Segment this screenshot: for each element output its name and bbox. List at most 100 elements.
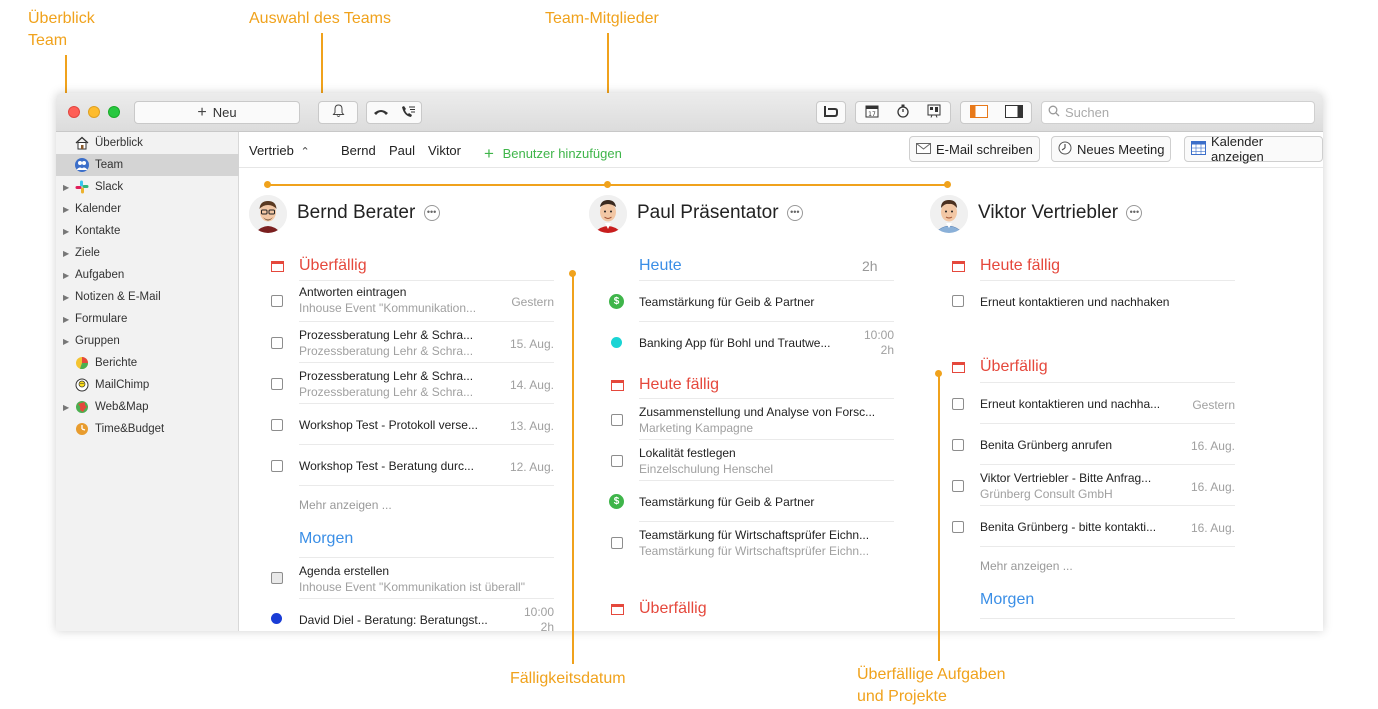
- task-checkbox[interactable]: [952, 521, 964, 533]
- list-item[interactable]: Zusammenstellung und Analyse von Forsc..…: [611, 398, 894, 439]
- list-item[interactable]: Teamstärkung für Wirtschaftsprüfer Eichn…: [611, 521, 894, 562]
- disclosure-triangle-icon[interactable]: ▶: [63, 271, 69, 280]
- new-button-label: Neu: [212, 105, 237, 120]
- sidebar-item-contacts[interactable]: ▶ Kontakte: [56, 220, 239, 242]
- task-checkbox[interactable]: [952, 439, 964, 451]
- more-options-icon[interactable]: •••: [1126, 204, 1143, 221]
- more-options-icon[interactable]: •••: [786, 204, 803, 221]
- hangup-icon[interactable]: [373, 105, 389, 120]
- close-window-icon[interactable]: [68, 106, 80, 118]
- member-tab-paul[interactable]: Paul: [389, 143, 415, 158]
- list-item[interactable]: Prozessberatung Lehr & Schra... Prozessb…: [271, 321, 554, 362]
- task-subtitle: Marketing Kampagne: [639, 421, 754, 435]
- list-item[interactable]: Prozessberatung Lehr & Schra... Prozessb…: [271, 362, 554, 403]
- task-subtitle: Prozessberatung Lehr & Schra...: [299, 385, 474, 399]
- task-checkbox[interactable]: [271, 460, 283, 472]
- disclosure-triangle-icon[interactable]: ▶: [63, 293, 69, 302]
- sidebar-left-icon[interactable]: [969, 104, 988, 121]
- list-item[interactable]: Erneut kontaktieren und nachha... Gester…: [952, 382, 1235, 423]
- member-tab-viktor[interactable]: Viktor: [428, 143, 461, 158]
- sidebar-right-icon[interactable]: [1004, 104, 1023, 121]
- avatar[interactable]: [589, 195, 627, 233]
- calendar-icon[interactable]: 17: [865, 104, 879, 121]
- sidebar-item-mailchimp[interactable]: MailChimp: [56, 374, 239, 396]
- sidebar-item-team[interactable]: Team: [56, 154, 239, 176]
- member-tab-bernd[interactable]: Bernd: [341, 143, 376, 158]
- list-item[interactable]: Banking App für Bohl und Trautwe... 10:0…: [611, 321, 894, 362]
- sidebar-item-notes[interactable]: ▶ Notizen & E-Mail: [56, 286, 239, 308]
- task-checkbox[interactable]: [952, 398, 964, 410]
- show-more-link[interactable]: Mehr anzeigen ...: [299, 498, 392, 512]
- member-column-paul: Paul Präsentator ••• Heute 2h $ Teamstär…: [589, 168, 894, 631]
- zoom-window-icon[interactable]: [108, 106, 120, 118]
- list-item[interactable]: Lokalität festlegen Einzelschulung Hensc…: [611, 439, 894, 480]
- list-item[interactable]: Benita Grünberg anrufen 16. Aug.: [952, 423, 1235, 464]
- avatar[interactable]: [930, 195, 968, 233]
- list-item[interactable]: Viktor Vertriebler - Bitte Anfrag... Grü…: [952, 464, 1235, 505]
- task-checkbox[interactable]: [611, 537, 623, 549]
- timer-icon[interactable]: [896, 104, 910, 121]
- layout-buttons: [960, 101, 1032, 124]
- sidebar-item-reports[interactable]: Berichte: [56, 352, 239, 374]
- call-list-icon[interactable]: [400, 105, 416, 121]
- bell-button[interactable]: [318, 101, 358, 124]
- search-input[interactable]: Suchen: [1041, 101, 1315, 124]
- task-checkbox[interactable]: [611, 455, 623, 467]
- list-item[interactable]: Erneut kontaktieren und nachhaken: [952, 280, 1235, 321]
- task-checkbox[interactable]: [271, 572, 283, 584]
- plus-icon: +: [484, 144, 494, 163]
- task-checkbox[interactable]: [271, 378, 283, 390]
- disclosure-triangle-icon[interactable]: ▶: [63, 337, 69, 346]
- disclosure-triangle-icon[interactable]: ▶: [63, 227, 69, 236]
- new-meeting-button[interactable]: Neues Meeting: [1051, 136, 1172, 162]
- disclosure-triangle-icon[interactable]: ▶: [63, 249, 69, 258]
- new-button[interactable]: + Neu: [134, 101, 300, 124]
- disclosure-triangle-icon[interactable]: ▶: [63, 315, 69, 324]
- task-checkbox[interactable]: [952, 295, 964, 307]
- board-icon[interactable]: [927, 104, 941, 121]
- brand-button[interactable]: [816, 101, 846, 124]
- sidebar-item-timebudget[interactable]: Time&Budget: [56, 418, 239, 440]
- list-item[interactable]: Workshop Test - Protokoll verse... 13. A…: [271, 403, 554, 444]
- team-selector[interactable]: Vertrieb ⌃: [249, 143, 310, 158]
- callout-overdue-line2: und Projekte: [857, 688, 947, 705]
- list-item[interactable]: Workshop Test - Beratung durc... 12. Aug…: [271, 444, 554, 485]
- section-title: Morgen: [299, 530, 354, 547]
- task-checkbox[interactable]: [271, 419, 283, 431]
- webmap-icon: [75, 400, 89, 414]
- task-checkbox[interactable]: [271, 295, 283, 307]
- sidebar-item-tasks[interactable]: ▶ Aufgaben: [56, 264, 239, 286]
- list-item[interactable]: $ Teamstärkung für Geib & Partner: [609, 280, 894, 321]
- show-calendar-button[interactable]: Kalender anzeigen: [1184, 134, 1323, 164]
- task-checkbox[interactable]: [952, 480, 964, 492]
- sidebar-item-forms[interactable]: ▶ Formulare: [56, 308, 239, 330]
- write-email-button[interactable]: E-Mail schreiben: [909, 136, 1040, 162]
- sidebar-item-webmap[interactable]: ▶ Web&Map: [56, 396, 239, 418]
- list-item[interactable]: Benita Grünberg - bitte kontakti... 16. …: [952, 505, 1235, 546]
- add-user-button[interactable]: + Benutzer hinzufügen: [484, 143, 622, 163]
- disclosure-triangle-icon[interactable]: ▶: [63, 403, 69, 412]
- chevron-updown-icon: ⌃: [300, 146, 310, 158]
- section-title: Überfällig: [299, 257, 367, 274]
- task-checkbox[interactable]: [271, 337, 283, 349]
- show-more-link[interactable]: Mehr anzeigen ...: [980, 559, 1073, 573]
- list-item[interactable]: Agenda erstellen Inhouse Event "Kommunik…: [271, 557, 554, 598]
- list-item[interactable]: Antworten eintragen Inhouse Event "Kommu…: [271, 280, 554, 321]
- sidebar-item-slack[interactable]: ▶ Slack: [56, 176, 239, 198]
- sidebar-item-goals[interactable]: ▶ Ziele: [56, 242, 239, 264]
- sidebar-item-groups[interactable]: ▶ Gruppen: [56, 330, 239, 352]
- sidebar-item-calendar[interactable]: ▶ Kalender: [56, 198, 239, 220]
- list-item[interactable]: David Diel - Beratung: Beratungst... 10:…: [271, 598, 554, 631]
- minimize-window-icon[interactable]: [88, 106, 100, 118]
- section-title: Heute fällig: [980, 257, 1061, 274]
- sidebar-item-overview[interactable]: Überblick: [56, 132, 239, 154]
- disclosure-triangle-icon[interactable]: ▶: [63, 205, 69, 214]
- avatar[interactable]: [249, 195, 287, 233]
- list-item[interactable]: $ Teamstärkung für Geib & Partner: [609, 480, 894, 521]
- disclosure-triangle-icon[interactable]: ▶: [63, 183, 69, 192]
- sidebar-item-label: Formulare: [75, 313, 128, 325]
- task-checkbox[interactable]: [611, 414, 623, 426]
- task-subtitle: Grünberg Consult GmbH: [980, 487, 1113, 501]
- more-options-icon[interactable]: •••: [423, 204, 440, 221]
- section-title: Morgen: [980, 591, 1035, 608]
